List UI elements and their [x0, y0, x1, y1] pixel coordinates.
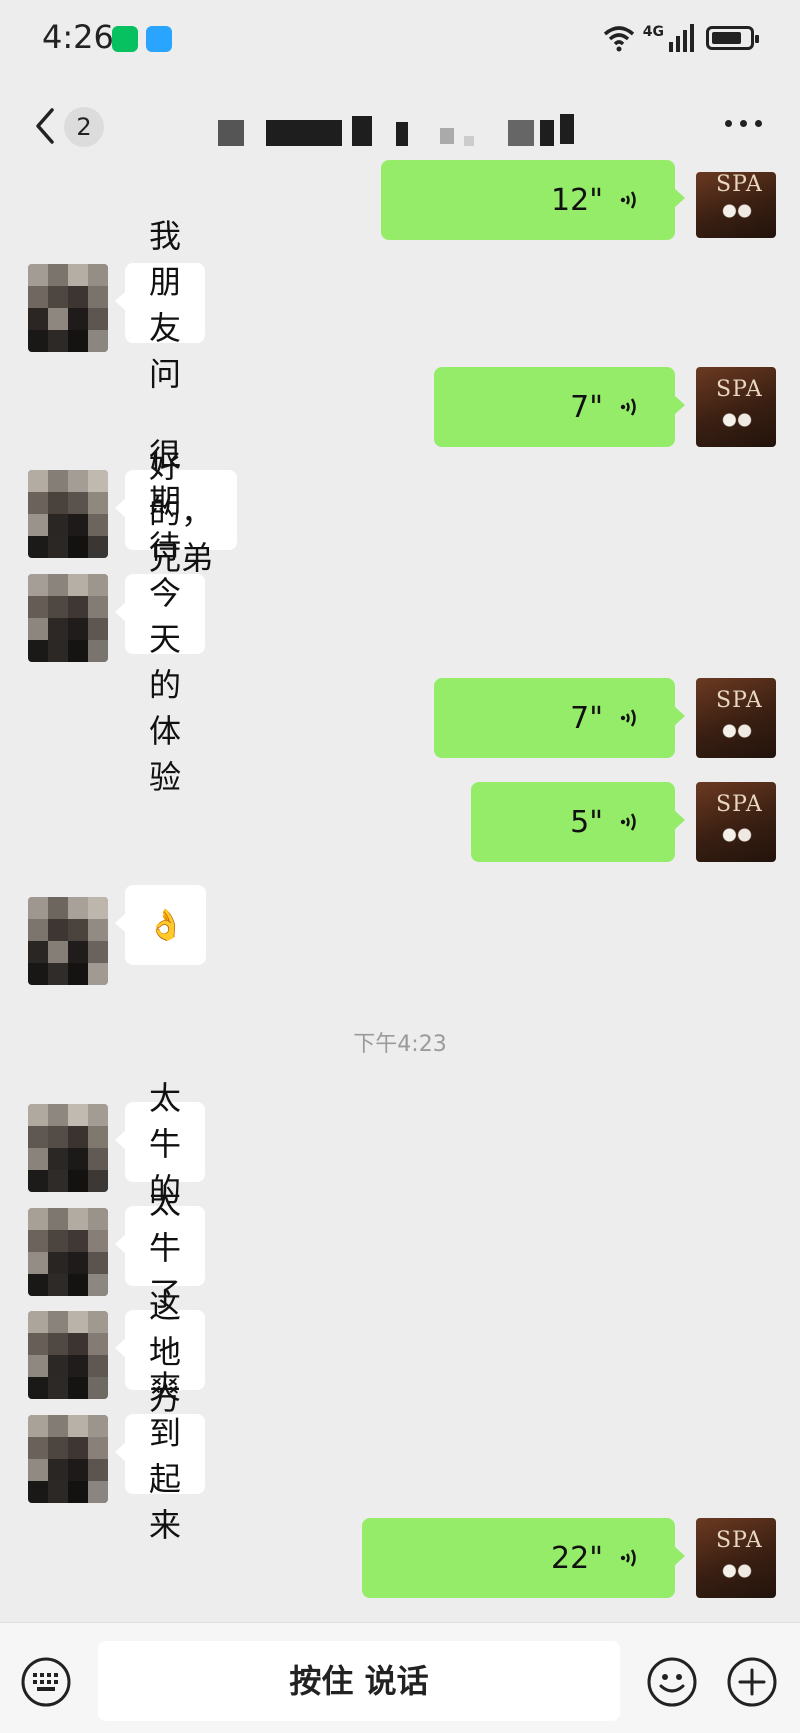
- contact-avatar[interactable]: [28, 1415, 108, 1503]
- voice-wave-icon: [620, 1549, 636, 1567]
- text-message-bubble[interactable]: 太牛了: [114, 1183, 206, 1313]
- voice-wave-icon: [620, 709, 636, 727]
- hold-to-talk-button[interactable]: 按住 说话: [98, 1641, 620, 1721]
- voice-duration: 22": [551, 1540, 603, 1576]
- battery-fill: [712, 32, 741, 44]
- chat-title-pixelated: [218, 114, 578, 148]
- emoji-icon[interactable]: [646, 1656, 698, 1708]
- voice-wave-icon: [620, 398, 636, 416]
- message-text: 很期待今天的体验: [149, 436, 182, 796]
- avatar-spa-text: SPA: [716, 792, 763, 817]
- emoji-message-bubble[interactable]: 👌: [114, 885, 207, 965]
- chat-timestamp: 下午4:23: [353, 1032, 447, 1057]
- voice-duration: 7": [570, 700, 603, 736]
- contact-avatar[interactable]: [28, 1311, 108, 1399]
- text-message-bubble[interactable]: 爽到起来: [114, 1368, 206, 1544]
- more-icon[interactable]: [725, 120, 762, 127]
- chevron-left-icon[interactable]: [30, 104, 60, 148]
- voice-message-bubble[interactable]: 12": [381, 160, 685, 240]
- avatar-spa-text: SPA: [716, 688, 763, 713]
- message-text: 爽到起来: [149, 1368, 182, 1544]
- status-time: 4:26: [42, 18, 114, 56]
- contact-avatar[interactable]: [28, 470, 108, 558]
- message-text: 我朋友问: [149, 217, 182, 393]
- text-message-bubble[interactable]: 很期待今天的体验: [114, 436, 206, 796]
- network-type: 4G: [642, 24, 664, 40]
- keyboard-icon[interactable]: [20, 1656, 72, 1708]
- message-notification-icon: [146, 26, 172, 52]
- status-bar: 4:26 4G: [0, 0, 800, 80]
- voice-message-bubble[interactable]: 5": [471, 782, 685, 862]
- text-message-bubble[interactable]: 我朋友问: [114, 217, 206, 393]
- wifi-icon: [603, 26, 635, 52]
- avatar-spa-text: SPA: [716, 172, 763, 197]
- voice-wave-icon: [620, 813, 636, 831]
- voice-duration: 5": [570, 804, 603, 840]
- chat-screen: 4:26 4G 2 12" SPA 我朋友问 7" SPA 好的，兄弟 很期待今…: [0, 0, 800, 1733]
- my-avatar[interactable]: SPA: [696, 782, 776, 862]
- wechat-notification-icon: [112, 26, 138, 52]
- voice-message-bubble[interactable]: 7": [434, 678, 685, 758]
- signal-icon: [669, 24, 694, 52]
- avatar-spa-text: SPA: [716, 377, 763, 402]
- my-avatar[interactable]: SPA: [696, 367, 776, 447]
- battery-icon: [706, 26, 759, 50]
- contact-avatar[interactable]: [28, 1208, 108, 1296]
- my-avatar[interactable]: SPA: [696, 1518, 776, 1598]
- voice-message-bubble[interactable]: 7": [434, 367, 685, 447]
- my-avatar[interactable]: SPA: [696, 678, 776, 758]
- unread-count-badge: 2: [64, 107, 104, 147]
- chat-header: 2: [0, 80, 800, 172]
- input-bar: 按住 说话: [0, 1622, 800, 1733]
- avatar-spa-text: SPA: [716, 1528, 763, 1553]
- text-message-bubble[interactable]: 太牛的: [114, 1079, 206, 1209]
- contact-avatar[interactable]: [28, 1104, 108, 1192]
- voice-duration: 7": [570, 389, 603, 425]
- message-emoji: 👌: [147, 907, 185, 943]
- voice-duration: 12": [551, 182, 603, 218]
- contact-avatar[interactable]: [28, 264, 108, 352]
- contact-avatar[interactable]: [28, 574, 108, 662]
- voice-message-bubble[interactable]: 22": [362, 1518, 685, 1598]
- my-avatar[interactable]: SPA: [696, 172, 776, 238]
- plus-icon[interactable]: [726, 1656, 778, 1708]
- voice-wave-icon: [620, 191, 636, 209]
- contact-avatar[interactable]: [28, 897, 108, 985]
